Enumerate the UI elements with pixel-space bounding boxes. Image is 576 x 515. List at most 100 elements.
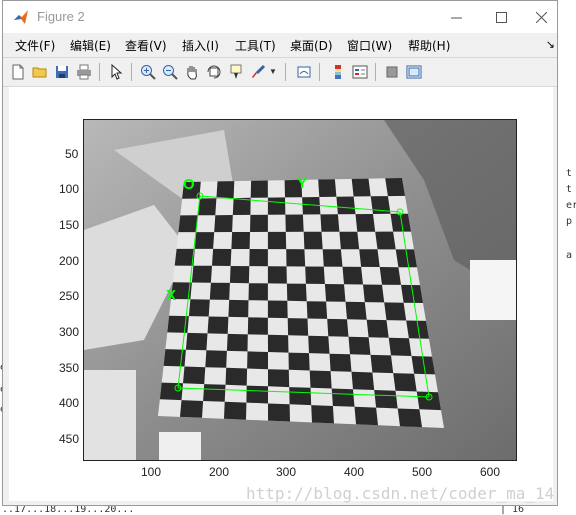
- print-button[interactable]: [75, 63, 93, 81]
- window-title: Figure 2: [37, 9, 85, 24]
- checker-square: [375, 231, 396, 250]
- checker-square: [185, 332, 208, 351]
- bg-right-fragment: a: [566, 250, 573, 261]
- zoom-out-button[interactable]: [161, 63, 179, 81]
- checkerboard-image: O Y X: [84, 120, 516, 460]
- checker-square: [267, 334, 289, 353]
- checker-square: [288, 352, 310, 371]
- checker-square: [324, 284, 346, 302]
- checker-square: [197, 198, 217, 216]
- brush-icon: [252, 64, 266, 78]
- menu-window[interactable]: 窗口(W): [347, 37, 392, 54]
- show-plot-tools-button[interactable]: [405, 63, 423, 81]
- checker-square: [385, 178, 405, 197]
- brush-button[interactable]: [249, 63, 267, 81]
- image-axes[interactable]: O Y X: [83, 119, 517, 461]
- new-figure-button[interactable]: [9, 63, 27, 81]
- folder-open-icon: [32, 67, 47, 78]
- x-tick-label: 600: [480, 465, 501, 479]
- pointer-arrow-icon: [111, 64, 123, 80]
- menu-tools[interactable]: 工具(T): [235, 37, 276, 54]
- toolbar-separator: [319, 63, 320, 81]
- matlab-icon: [14, 10, 28, 24]
- white-card: [159, 432, 201, 460]
- checker-square: [354, 406, 378, 426]
- toolbar-separator: [375, 63, 376, 81]
- link-plot-icon: [297, 66, 311, 78]
- figure-toolbar: ▼: [3, 57, 557, 87]
- checker-square: [225, 367, 248, 386]
- maximize-button[interactable]: [478, 1, 524, 33]
- checker-square: [226, 333, 248, 352]
- checker-square: [178, 215, 198, 233]
- menu-insert[interactable]: 插入(I): [182, 37, 219, 54]
- edit-plot-button[interactable]: [107, 63, 125, 81]
- checker-square: [363, 284, 385, 303]
- checker-square: [247, 317, 268, 335]
- data-cursor-button[interactable]: [227, 63, 245, 81]
- rotate-3d-icon: [207, 65, 221, 79]
- checker-square: [250, 214, 268, 232]
- show-tools-icon: [406, 65, 422, 79]
- checker-square: [318, 179, 337, 197]
- checker-square: [216, 181, 235, 199]
- rotate-3d-button[interactable]: [205, 63, 223, 81]
- checker-square: [224, 401, 247, 420]
- checker-square: [232, 197, 251, 215]
- pan-button[interactable]: [183, 63, 201, 81]
- checker-square: [229, 266, 250, 284]
- checker-square: [348, 336, 371, 355]
- y-tick-label: 300: [59, 325, 80, 339]
- menu-file[interactable]: 文件(F): [15, 37, 55, 54]
- zoom-in-button[interactable]: [139, 63, 157, 81]
- checker-square: [351, 178, 371, 197]
- title-bar[interactable]: Figure 2: [3, 1, 557, 33]
- watermark-text: http://blog.csdn.net/coder_ma_14: [246, 484, 555, 503]
- new-file-icon: [12, 64, 24, 80]
- save-icon: [56, 66, 68, 78]
- minimize-button[interactable]: [433, 1, 479, 33]
- y-tick-label: 150: [59, 218, 80, 232]
- checker-square: [320, 214, 340, 232]
- colorbar-icon: [335, 65, 341, 79]
- menu-help[interactable]: 帮助(H): [408, 37, 450, 54]
- checker-square: [374, 390, 398, 409]
- checker-square: [191, 265, 212, 283]
- checker-square: [384, 302, 407, 321]
- checker-square: [355, 214, 376, 232]
- toolbar-separator: [131, 63, 132, 81]
- checker-square: [331, 388, 355, 407]
- checker-square: [246, 385, 268, 404]
- menu-edit[interactable]: 编辑(E): [70, 37, 111, 54]
- zoom-out-icon: [163, 65, 178, 80]
- menu-view[interactable]: 查看(V): [125, 37, 167, 54]
- menu-overflow-icon[interactable]: ↘: [546, 38, 555, 51]
- checker-square: [268, 369, 290, 388]
- maximize-icon: [495, 11, 507, 23]
- origin-label: O: [183, 176, 195, 193]
- x-tick-label: 100: [141, 465, 162, 479]
- menu-desktop[interactable]: 桌面(D): [290, 37, 333, 54]
- link-plot-button[interactable]: [295, 63, 313, 81]
- insert-colorbar-button[interactable]: [329, 63, 347, 81]
- close-icon: [535, 11, 547, 23]
- y-tick-label: 200: [59, 254, 80, 268]
- checker-square: [397, 408, 422, 428]
- brush-dropdown-icon[interactable]: ▼: [269, 67, 277, 76]
- checker-square: [327, 318, 349, 337]
- checker-square: [267, 197, 286, 215]
- bg-right-fragment: t: [566, 184, 573, 195]
- open-file-button[interactable]: [31, 63, 49, 81]
- hide-plot-tools-button[interactable]: [383, 63, 401, 81]
- save-button[interactable]: [53, 63, 71, 81]
- close-button[interactable]: [523, 1, 559, 33]
- checker-square: [180, 400, 204, 418]
- checker-square: [286, 283, 307, 302]
- checker-square: [351, 371, 375, 390]
- checker-square: [249, 249, 268, 267]
- checker-square: [214, 215, 233, 233]
- checker-square: [250, 180, 268, 198]
- checker-square: [247, 351, 268, 370]
- insert-legend-button[interactable]: [351, 63, 369, 81]
- checker-square: [174, 248, 195, 266]
